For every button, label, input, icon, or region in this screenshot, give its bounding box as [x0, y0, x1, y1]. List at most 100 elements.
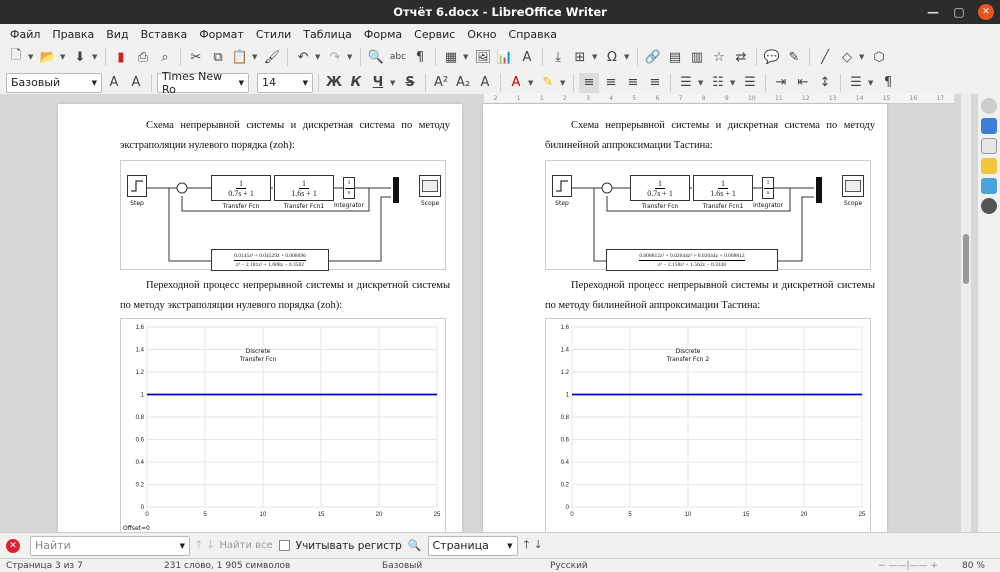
line-icon[interactable]: ╱ — [815, 47, 835, 67]
outline-icon[interactable]: ☰ — [740, 73, 760, 93]
redo-icon[interactable]: ↷ — [325, 47, 345, 67]
menu-item[interactable]: Файл — [4, 28, 46, 41]
insert-textbox-icon[interactable]: A — [517, 47, 537, 67]
export-pdf-icon[interactable]: ▮ — [111, 47, 131, 67]
endnote-icon[interactable]: ▥ — [687, 47, 707, 67]
menu-item[interactable]: Окно — [461, 28, 502, 41]
navigate-down-icon[interactable]: 🡓 — [535, 536, 541, 555]
page-break-icon[interactable]: ⤓ — [548, 47, 568, 67]
close-find-icon[interactable]: ✕ — [6, 538, 20, 553]
step-block[interactable] — [127, 175, 147, 197]
insert-image-icon[interactable]: 🖼 — [473, 47, 493, 67]
integrator-block[interactable]: 1s — [762, 177, 774, 199]
basic-shapes-icon[interactable]: ◇ — [837, 47, 857, 67]
menu-item[interactable]: Формат — [193, 28, 250, 41]
minimize-icon[interactable]: — — [920, 5, 946, 19]
spellcheck-icon[interactable]: abc — [388, 47, 408, 67]
insert-chart-icon[interactable]: 📊 — [495, 47, 515, 67]
menu-item[interactable]: Вставка — [135, 28, 194, 41]
find-previous-icon[interactable]: 🡑 — [196, 536, 202, 555]
comment-icon[interactable]: 💬 — [762, 47, 782, 67]
hyperlink-icon[interactable]: 🔗 — [643, 47, 663, 67]
document-area[interactable]: 2 1 1 2 3 4 5 6 7 8 9 10 11 12 13 14 15 16 17 Схема непрер… — [0, 94, 1000, 532]
paragraph-spacing-icon[interactable]: ↕ — [815, 73, 835, 93]
transfer-fcn-block[interactable]: 1 0.7s + 1 — [630, 175, 690, 201]
discrete-tf-block[interactable]: 0.008812z³ + 0.02644z² + 0.02644z + 0.00… — [606, 249, 778, 271]
open-icon[interactable]: 📂 — [38, 47, 58, 67]
insert-table-icon[interactable]: ▦ — [441, 47, 461, 67]
page-count[interactable]: Страница 3 из 7 — [0, 561, 158, 571]
copy-icon[interactable]: ⧉ — [208, 47, 228, 67]
match-case-checkbox[interactable] — [278, 540, 290, 551]
vertical-scrollbar[interactable] — [961, 94, 971, 532]
font-name-select[interactable]: Times New Ro ▼ — [157, 70, 249, 96]
navigate-by-select[interactable]: Страница ▼ — [427, 535, 518, 556]
increase-indent-icon[interactable]: ⇥ — [771, 73, 791, 93]
scope-block[interactable] — [842, 175, 864, 197]
transfer-fcn1-block[interactable]: 1 1.6s + 1 — [274, 175, 334, 201]
align-center-icon[interactable]: ≡ — [601, 73, 621, 93]
right-para-1[interactable]: Схема непрерывной системы и дискретная с… — [545, 116, 875, 156]
print-icon[interactable]: ⎙ — [133, 47, 153, 67]
subscript-icon[interactable]: A₂ — [453, 73, 473, 93]
line-spacing-icon[interactable]: ☰ — [846, 73, 866, 93]
paragraph-style-select[interactable]: Базовый ▼ — [6, 72, 102, 93]
find-all-button[interactable]: Найти все — [219, 540, 272, 551]
save-icon[interactable]: ⬇ — [70, 47, 90, 67]
scope-block[interactable] — [419, 175, 441, 197]
justify-icon[interactable]: ≡ — [645, 73, 665, 93]
bullets-icon[interactable]: ☰ — [676, 73, 696, 93]
menu-item[interactable]: Правка — [46, 28, 100, 41]
navigator-icon[interactable] — [981, 198, 997, 214]
update-style-icon[interactable]: A — [104, 73, 124, 93]
paste-icon[interactable]: 📋 — [230, 47, 250, 67]
clear-formatting-icon[interactable]: A — [475, 73, 495, 93]
word-count[interactable]: 231 слово, 1 905 символов — [158, 561, 376, 571]
right-para-2[interactable]: Переходной процесс непрерывной системы и… — [545, 276, 875, 316]
font-size-select[interactable]: 14 ▼ — [257, 72, 313, 93]
step-block[interactable] — [552, 175, 572, 197]
left-para-1[interactable]: Схема непрерывной системы и дискретная с… — [120, 116, 450, 156]
decrease-indent-icon[interactable]: ⇤ — [793, 73, 813, 93]
sidebar-menu-icon[interactable] — [981, 98, 997, 114]
discrete-tf-block[interactable]: 0.0145z³ + 0.04529z + 0.008696 z³ − 2.181… — [211, 249, 329, 271]
find-replace-icon[interactable]: 🔍 — [366, 47, 386, 67]
bookmark-icon[interactable]: ☆ — [709, 47, 729, 67]
menu-item[interactable]: Сервис — [408, 28, 461, 41]
find-next-icon[interactable]: 🡓 — [208, 536, 214, 555]
track-changes-icon[interactable]: ✎ — [784, 47, 804, 67]
superscript-icon[interactable]: A² — [431, 73, 451, 93]
formatting-marks-icon[interactable]: ¶ — [410, 47, 430, 67]
underline-icon[interactable]: Ч — [368, 73, 388, 93]
menu-item[interactable]: Таблица — [297, 28, 358, 41]
new-document-icon[interactable]: 🗋 — [6, 47, 26, 67]
align-right-icon[interactable]: ≡ — [623, 73, 643, 93]
special-character-icon[interactable]: Ω — [602, 47, 622, 67]
properties-icon[interactable] — [981, 118, 997, 134]
maximize-icon[interactable]: ▢ — [946, 5, 972, 19]
zoom-slider[interactable]: − ——|—— + — [860, 561, 956, 571]
find-input[interactable]: Найти ▼ — [30, 535, 190, 556]
find-replace-icon[interactable]: 🔍 — [408, 539, 422, 552]
bold-icon[interactable]: Ж — [324, 73, 344, 93]
menu-item[interactable]: Справка — [503, 28, 563, 41]
insert-field-icon[interactable]: ⊞ — [570, 47, 590, 67]
zoom-level[interactable]: 80 % — [956, 561, 991, 571]
transfer-fcn-block[interactable]: 1 0.7s + 1 — [211, 175, 271, 201]
page-style[interactable]: Базовый — [376, 561, 544, 571]
new-style-icon[interactable]: A — [126, 73, 146, 93]
simulink-diagram-right[interactable]: Step 1 0.7s + 1 Transfer Fcn 1 1.6s + 1 Tr… — [545, 160, 871, 271]
page-icon[interactable] — [981, 138, 997, 154]
font-color-icon[interactable]: A — [506, 73, 526, 93]
menu-item[interactable]: Вид — [100, 28, 134, 41]
paragraph-dialog-icon[interactable]: ¶ — [878, 73, 898, 93]
draw-functions-icon[interactable]: ⬡ — [869, 47, 889, 67]
gallery-icon[interactable] — [981, 178, 997, 194]
menu-item[interactable]: Форма — [358, 28, 408, 41]
undo-icon[interactable]: ↶ — [293, 47, 313, 67]
cut-icon[interactable]: ✂ — [186, 47, 206, 67]
close-icon[interactable]: ✕ — [978, 4, 994, 20]
footnote-icon[interactable]: ▤ — [665, 47, 685, 67]
numbering-icon[interactable]: ☷ — [708, 73, 728, 93]
navigate-up-icon[interactable]: 🡑 — [524, 536, 530, 555]
